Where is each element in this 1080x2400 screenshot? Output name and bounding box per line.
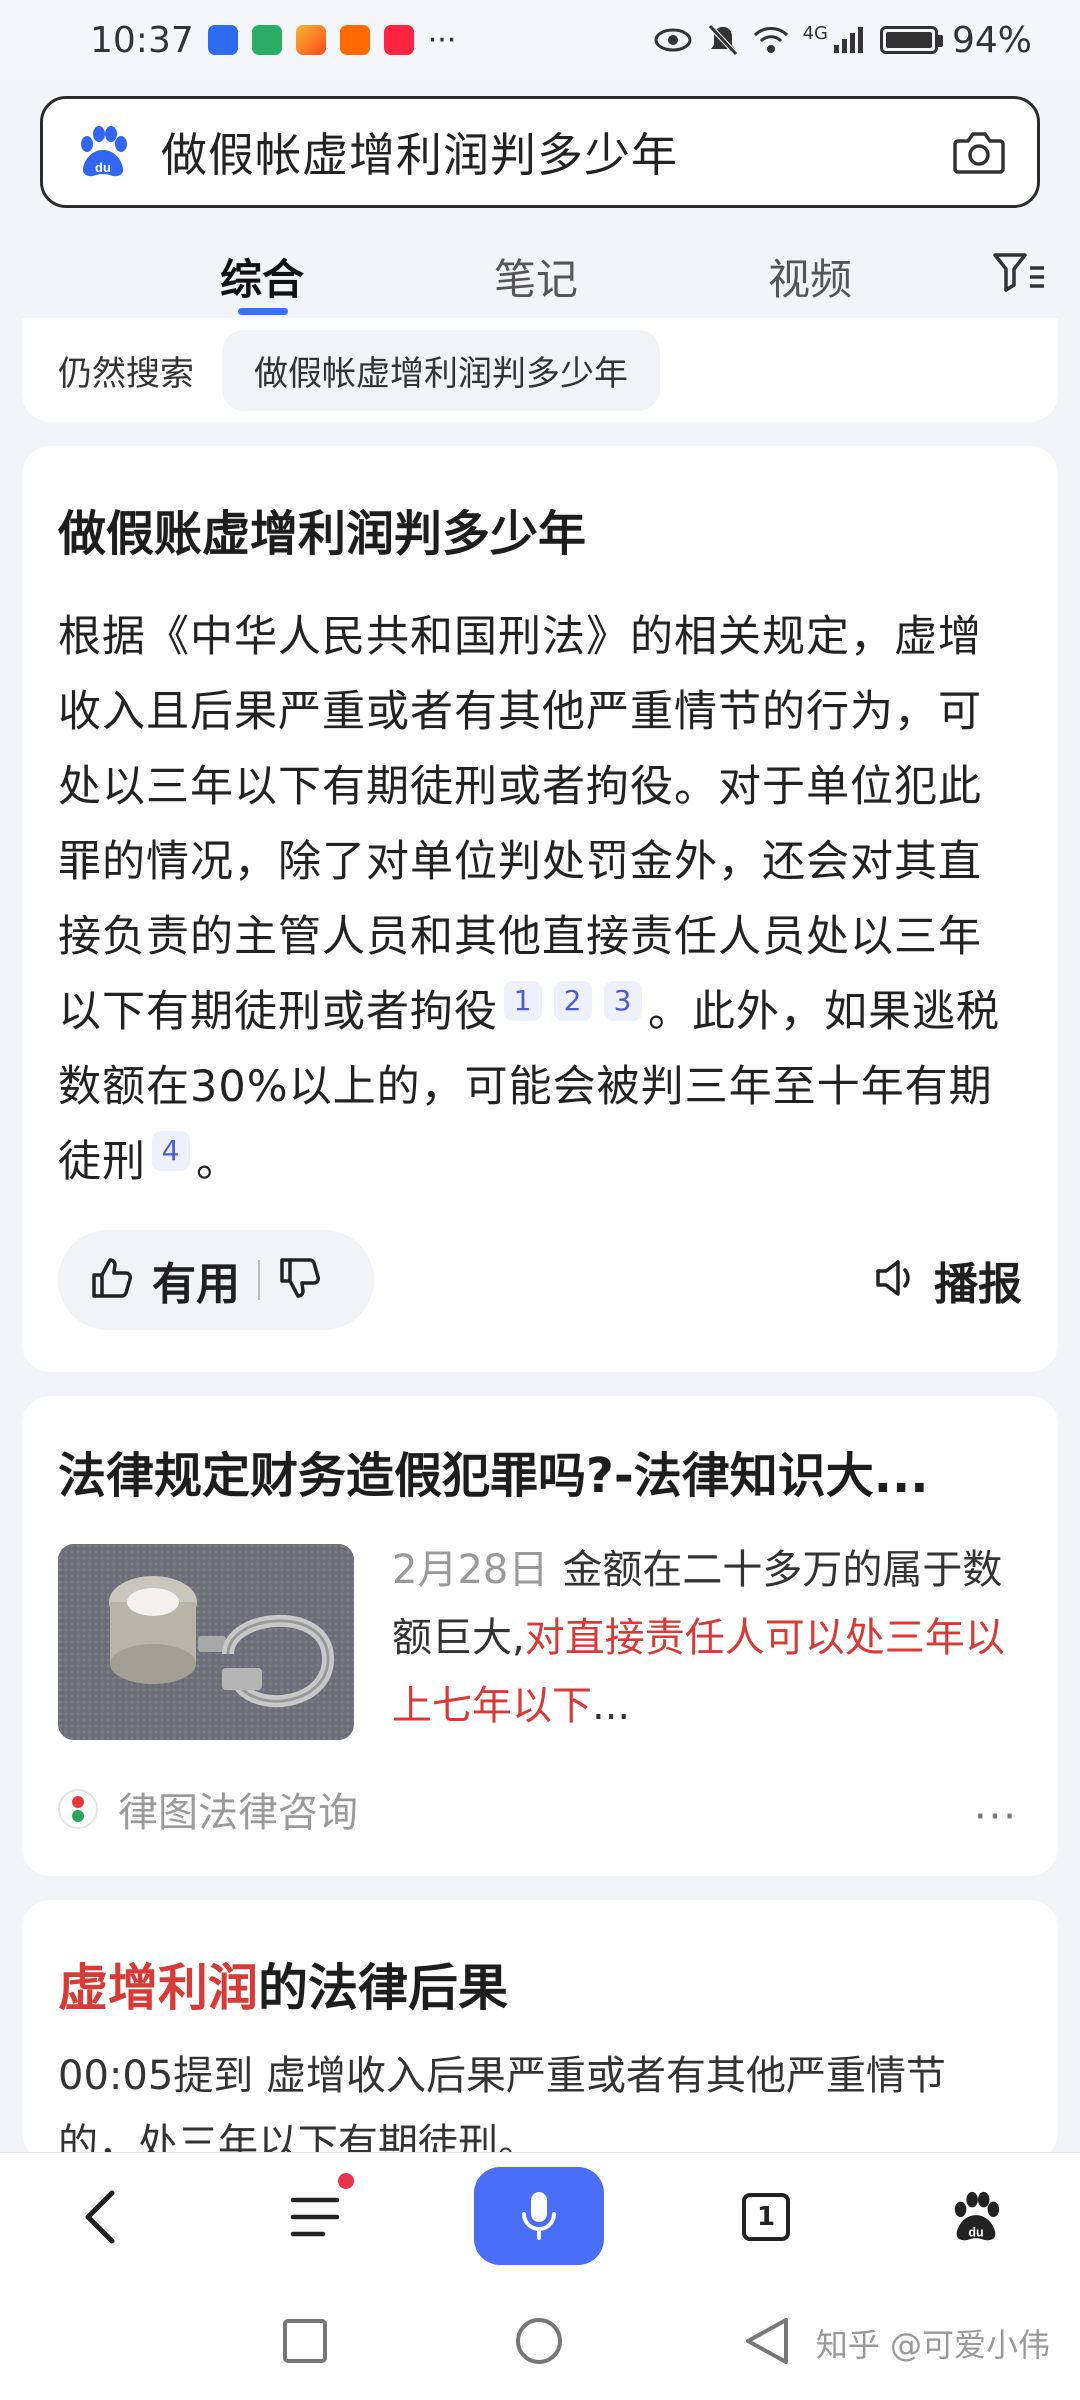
system-back-icon[interactable] [742,2316,790,2366]
baidu-home-icon[interactable]: du [944,2177,1008,2257]
system-nav-bar: 知乎 @可爱小伟 [0,2280,1080,2400]
svg-text:du: du [95,160,111,175]
title-highlight: 虚增利润 [58,1959,258,2017]
search-result-card[interactable]: 法律规定财务造假犯罪吗?-法律知识大... 2月28日 金额在二十多万的属于数额… [22,1396,1058,1876]
citation-4[interactable]: 4 [152,1131,190,1171]
voice-search-button[interactable] [474,2167,604,2265]
eye-comfort-icon [654,28,692,52]
baidu-paw-icon[interactable]: du [75,124,131,180]
status-bar: 10:37 ··· 4G 94% [0,0,1080,80]
network-type: 4G [802,22,828,44]
tab-bar: 综合 笔记 视频 [0,226,1080,318]
pill-divider [258,1260,260,1300]
feedback-pill: 有用 [58,1230,374,1330]
broadcast-label: 播报 [934,1259,1022,1310]
result-snippet: 2月28日 金额在二十多万的属于数额巨大,对直接责任人可以处三年以上七年以下... [392,1536,1022,1740]
more-notifications-icon: ··· [427,22,457,58]
tab-comprehensive[interactable]: 综合 [220,246,304,307]
back-icon[interactable] [70,2177,130,2257]
camera-icon[interactable] [949,122,1009,182]
wifi-icon [753,27,788,53]
video-result-card[interactable]: 虚增利润的法律后果 00:05提到 虚增收入后果严重或者有其他严重情节的，处三年… [22,1900,1058,2167]
answer-card: 做假账虚增利润判多少年 根据《中华人民共和国刑法》的相关规定，虚增收入且后果严重… [22,446,1058,1372]
recents-icon[interactable] [282,2318,328,2364]
shopping-notification-icon [339,25,370,55]
battery-icon [879,26,943,54]
answer-text-part3: 。 [196,1137,240,1187]
search-query[interactable]: 做假帐虚增利润判多少年 [161,119,949,185]
still-search-label: 仍然搜索 [58,353,194,394]
speaker-icon [874,1258,920,1302]
status-time: 10:37 [90,19,194,61]
result-source[interactable]: 律图法律咨询 [58,1780,1022,1838]
citation-1[interactable]: 1 [504,981,542,1021]
watermark: 知乎 @可爱小伟 [815,2326,1050,2364]
tab-videos[interactable]: 视频 [768,246,852,307]
useful-button[interactable]: 有用 [152,1248,240,1312]
menu-icon[interactable] [280,2173,354,2257]
home-circle-icon[interactable] [514,2316,564,2366]
answer-body: 根据《中华人民共和国刑法》的相关规定，虚增收入且后果严重或者有其他严重情节的行为… [58,600,1022,1200]
handcuffs-thumbnail[interactable] [58,1544,354,1740]
still-search-card: 仍然搜索 做假帐虚增利润判多少年 [22,318,1058,422]
video-result-title[interactable]: 虚增利润的法律后果 [58,1948,1022,2020]
result-title[interactable]: 法律规定财务造假犯罪吗?-法律知识大... [58,1436,1022,1506]
signal-icon [833,27,863,53]
active-tab-indicator [238,308,288,315]
wechat-notification-icon [251,25,282,55]
result-date: 2月28日 [392,1547,549,1593]
mute-bell-icon [707,24,738,56]
filter-icon[interactable] [992,250,1046,294]
app-notification-icon [295,25,326,55]
answer-title: 做假账虚增利润判多少年 [58,506,587,562]
lvtu-logo-icon [58,1789,98,1829]
answer-text-part1: 根据《中华人民共和国刑法》的相关规定，虚增收入且后果严重或者有其他严重情节的行为… [58,612,982,1037]
citation-3[interactable]: 3 [604,981,642,1021]
snippet-ellipsis: ... [592,1683,631,1729]
bottom-nav: 1 du [0,2152,1080,2280]
thumbs-up-icon[interactable] [90,1256,134,1304]
feedback-row: 有用 播报 [58,1230,1022,1330]
baidu-notification-icon [207,25,238,55]
tab-notes[interactable]: 笔记 [494,246,578,307]
still-search-chip[interactable]: 做假帐虚增利润判多少年 [222,329,660,411]
tab-count: 1 [756,2202,776,2232]
tabs-button[interactable]: 1 [736,2177,796,2257]
search-box[interactable]: du 做假帐虚增利润判多少年 [40,96,1040,208]
notification-dot [338,2173,354,2189]
citation-2[interactable]: 2 [554,981,592,1021]
result-content: 2月28日 金额在二十多万的属于数额巨大,对直接责任人可以处三年以上七年以下... [58,1544,1022,1740]
thumbs-down-icon[interactable] [278,1256,322,1304]
xiaohongshu-notification-icon [383,25,414,55]
battery-percent: 94% [951,19,1032,61]
microphone-icon [522,2192,556,2240]
more-options-icon[interactable]: ··· [974,1794,1018,1840]
title-rest: 的法律后果 [258,1959,508,2017]
source-name[interactable]: 律图法律咨询 [118,1780,358,1838]
broadcast-button[interactable]: 播报 [874,1230,1022,1330]
svg-text:du: du [968,2225,983,2239]
